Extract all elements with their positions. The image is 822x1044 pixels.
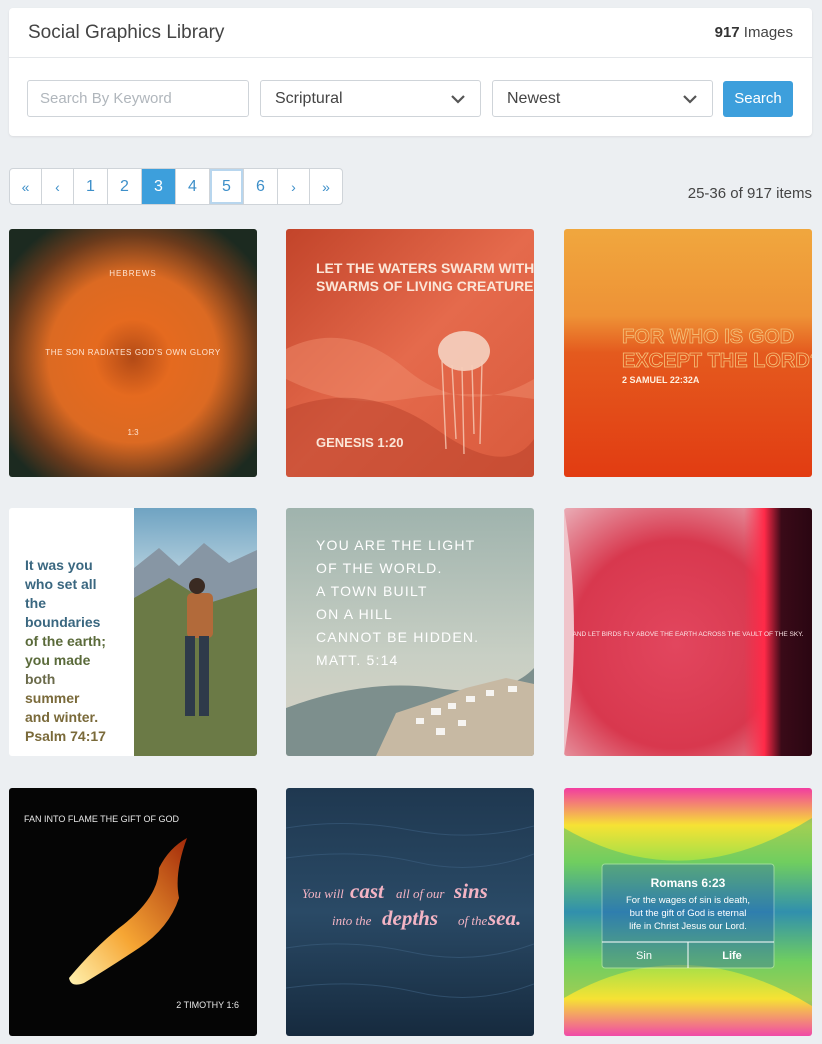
results-range: 25-36 of 917 items xyxy=(687,185,812,202)
tile-text: For the wages of sin is death, xyxy=(626,895,750,906)
graphic-tile-genesis[interactable]: LET THE WATERS SWARM WITH SWARMS OF LIVI… xyxy=(286,229,534,477)
page-button-4[interactable]: 4 xyxy=(176,169,210,204)
sort-select-value: Newest xyxy=(507,89,561,107)
chevron-down-icon xyxy=(683,94,697,104)
category-select-value: Scriptural xyxy=(275,89,343,107)
image-count: 917 Images xyxy=(715,24,793,41)
tile-text: You will xyxy=(302,886,344,901)
tile-text: Sin xyxy=(636,950,652,962)
page-button-3-current[interactable]: 3 xyxy=(142,169,176,204)
tile-text: A TOWN BUILT xyxy=(316,583,428,599)
tile-text: sea. xyxy=(487,906,521,930)
graphic-tile-romans[interactable]: Romans 6:23 For the wages of sin is deat… xyxy=(564,788,812,1036)
tile-text: Psalm 74:17 xyxy=(25,728,106,744)
panel-header: Social Graphics Library 917 Images xyxy=(9,8,812,58)
tile-text: 2 TIMOTHY 1:6 xyxy=(176,1000,239,1010)
tile-text: the xyxy=(25,595,46,611)
page-button-2[interactable]: 2 xyxy=(108,169,142,204)
pagination: « ‹ 1 2 3 4 5 6 › » xyxy=(9,168,343,205)
tile-text: Romans 6:23 xyxy=(651,876,726,890)
tile-text: sins xyxy=(453,879,488,903)
graphic-tile-2-timothy[interactable]: FAN INTO FLAME THE GIFT OF GOD 2 TIMOTHY… xyxy=(9,788,257,1036)
tile-text: 2 SAMUEL 22:32A xyxy=(622,375,700,385)
tile-image: LET THE WATERS SWARM WITH SWARMS OF LIVI… xyxy=(286,229,534,477)
tile-text: THE SON RADIATES GOD'S OWN GLORY xyxy=(45,348,221,357)
tile-text: 1:3 xyxy=(127,428,139,437)
tile-text: GENESIS 1:20 xyxy=(316,435,403,450)
tile-text: FAN INTO FLAME THE GIFT OF GOD xyxy=(24,814,180,824)
page-title: Social Graphics Library xyxy=(28,21,225,43)
tile-image: It was you who set all the boundaries of… xyxy=(9,508,257,756)
tile-text: YOU ARE THE LIGHT xyxy=(316,537,475,553)
tile-image: FOR WHO IS GOD EXCEPT THE LORD? 2 SAMUEL… xyxy=(564,229,812,477)
tile-image: Romans 6:23 For the wages of sin is deat… xyxy=(564,788,812,1036)
tile-image: YOU ARE THE LIGHT OF THE WORLD. A TOWN B… xyxy=(286,508,534,756)
tile-image: HEBREWS THE SON RADIATES GOD'S OWN GLORY… xyxy=(9,229,257,477)
first-page-button[interactable]: « xyxy=(10,169,42,204)
tile-text: SWARMS OF LIVING CREATURES xyxy=(316,278,534,294)
tile-image: You will cast all of our sins into the d… xyxy=(286,788,534,1036)
tile-text: Life xyxy=(722,950,742,962)
tile-text: EXCEPT THE LORD? xyxy=(622,350,812,372)
graphic-tile-2-samuel[interactable]: FOR WHO IS GOD EXCEPT THE LORD? 2 SAMUEL… xyxy=(564,229,812,477)
tile-image: AND LET BIRDS FLY ABOVE THE EARTH ACROSS… xyxy=(564,508,812,756)
tile-text: all of our xyxy=(396,886,445,901)
tile-text: both xyxy=(25,671,55,687)
tile-text: AND LET BIRDS FLY ABOVE THE EARTH ACROSS… xyxy=(573,631,804,638)
tile-text: into the xyxy=(332,913,372,928)
tile-text: MATT. 5:14 xyxy=(316,652,399,668)
tile-text: but the gift of God is eternal xyxy=(630,908,747,919)
tile-text: you made xyxy=(25,652,91,668)
graphic-tile-psalm[interactable]: It was you who set all the boundaries of… xyxy=(9,508,257,756)
filter-controls: Scriptural Newest Search xyxy=(27,80,793,117)
page-button-1[interactable]: 1 xyxy=(74,169,108,204)
tile-text: LET THE WATERS SWARM WITH xyxy=(316,260,534,276)
image-count-number: 917 xyxy=(714,24,740,41)
next-page-button[interactable]: › xyxy=(278,169,310,204)
prev-page-button[interactable]: ‹ xyxy=(42,169,74,204)
tile-text: cast xyxy=(350,879,385,903)
graphic-tile-matthew[interactable]: YOU ARE THE LIGHT OF THE WORLD. A TOWN B… xyxy=(286,508,534,756)
tile-text: HEBREWS xyxy=(109,269,156,278)
filter-panel: Social Graphics Library 917 Images Scrip… xyxy=(9,8,812,136)
page-button-5[interactable]: 5 xyxy=(210,169,244,204)
page-button-6[interactable]: 6 xyxy=(244,169,278,204)
search-button[interactable]: Search xyxy=(723,80,793,117)
tile-text: and winter. xyxy=(25,709,98,725)
tile-text: of the earth; xyxy=(25,633,106,649)
tile-text: summer xyxy=(25,690,80,706)
tile-text: of the xyxy=(458,913,487,928)
tile-text: FOR WHO IS GOD xyxy=(622,326,794,348)
graphic-tile-hebrews[interactable]: HEBREWS THE SON RADIATES GOD'S OWN GLORY… xyxy=(9,229,257,477)
tile-text: It was you xyxy=(25,557,93,573)
last-page-button[interactable]: » xyxy=(310,169,342,204)
tile-text: depths xyxy=(382,906,438,930)
tile-image: FAN INTO FLAME THE GIFT OF GOD 2 TIMOTHY… xyxy=(9,788,257,1036)
image-count-label: Images xyxy=(739,24,793,41)
tile-text: who set all xyxy=(24,576,97,592)
category-select[interactable]: Scriptural xyxy=(260,80,481,117)
sort-select[interactable]: Newest xyxy=(492,80,713,117)
chevron-down-icon xyxy=(451,94,465,104)
tile-text: ON A HILL xyxy=(316,606,393,622)
tile-text: life in Christ Jesus our Lord. xyxy=(629,921,747,932)
tile-text: CANNOT BE HIDDEN. xyxy=(316,629,479,645)
graphic-tile-sea[interactable]: You will cast all of our sins into the d… xyxy=(286,788,534,1036)
graphic-tile-birds[interactable]: AND LET BIRDS FLY ABOVE THE EARTH ACROSS… xyxy=(564,508,812,756)
tile-text: boundaries xyxy=(25,614,101,630)
search-input[interactable] xyxy=(27,80,249,117)
tile-text: OF THE WORLD. xyxy=(316,560,443,576)
